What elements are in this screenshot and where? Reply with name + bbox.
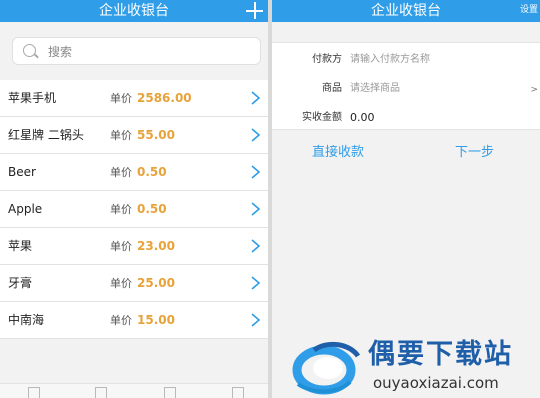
- left-page-title: 企业收银台: [99, 3, 169, 19]
- product-price: 0.50: [137, 202, 167, 216]
- product-price: 25.00: [137, 276, 175, 290]
- search-placeholder: 搜索: [48, 45, 73, 59]
- product-label: 商品: [322, 83, 342, 94]
- amount-row[interactable]: 实收金额 0.00: [272, 103, 540, 132]
- product-row[interactable]: 苹果手机 单价 2586.00: [0, 80, 268, 117]
- box-icon[interactable]: [95, 387, 107, 398]
- chevron-right-icon[interactable]: [248, 91, 262, 105]
- next-step-button[interactable]: 下一步: [455, 144, 494, 162]
- product-price: 0.50: [137, 165, 167, 179]
- payer-input[interactable]: 请输入付款方名称: [350, 54, 430, 66]
- left-header: 企业收银台: [0, 0, 268, 22]
- right-header: 企业收银台 设置: [272, 0, 540, 22]
- watermark-logo: [292, 341, 361, 395]
- chevron-right-icon[interactable]: [248, 202, 262, 216]
- direct-pay-button[interactable]: 直接收款: [312, 144, 364, 162]
- actions-bar: 直接收款 下一步: [272, 144, 540, 164]
- product-list: 苹果手机 单价 2586.00 红星牌 二锅头 单价 55.00 Beer 单价 0.50 App…: [0, 80, 268, 339]
- screenshot-stage: 企业收银台 搜索 苹果手机 单价 2586.00 红星牌 二锅头 单价 55.00 Beer…: [0, 0, 540, 398]
- chevron-right-icon[interactable]: [248, 313, 262, 327]
- currency-icon[interactable]: [232, 387, 244, 398]
- search-icon: [23, 44, 36, 57]
- product-row[interactable]: 商品 请选择商品 >: [272, 74, 540, 103]
- watermark-site: ouyaoxiazai.com: [373, 374, 499, 392]
- search-input[interactable]: 搜索: [12, 37, 261, 65]
- unit-price-label: 单价: [110, 129, 132, 142]
- unit-price-label: 单价: [110, 240, 132, 253]
- product-name: 苹果手机: [8, 91, 57, 105]
- product-row[interactable]: 苹果 单价 23.00: [0, 228, 268, 265]
- document-icon[interactable]: [164, 387, 176, 398]
- payer-row[interactable]: 付款方 请输入付款方名称: [272, 45, 540, 74]
- product-name: Apple: [8, 202, 43, 216]
- unit-price-label: 单价: [110, 92, 132, 105]
- product-list-screen: 企业收银台 搜索 苹果手机 单价 2586.00 红星牌 二锅头 单价 55.00 Beer…: [0, 0, 268, 398]
- product-price: 2586.00: [137, 91, 192, 105]
- search-area: 搜索: [0, 22, 268, 80]
- chevron-right-icon[interactable]: [248, 239, 262, 253]
- product-row[interactable]: 红星牌 二锅头 单价 55.00: [0, 117, 268, 154]
- product-name: 红星牌 二锅头: [8, 128, 84, 142]
- product-name: 牙膏: [8, 276, 33, 290]
- plus-icon[interactable]: [245, 1, 265, 21]
- settings-button[interactable]: 设置: [520, 4, 538, 16]
- unit-price-label: 单价: [110, 277, 132, 290]
- payer-label: 付款方: [312, 54, 342, 65]
- unit-price-label: 单价: [110, 203, 132, 216]
- product-name: 中南海: [8, 313, 45, 327]
- product-select[interactable]: 请选择商品: [350, 83, 400, 95]
- export-icon[interactable]: [28, 387, 40, 398]
- chevron-right-icon: >: [530, 85, 538, 95]
- product-name: Beer: [8, 165, 36, 179]
- watermark-brand: 偶要下载站: [368, 339, 513, 370]
- product-price: 55.00: [137, 128, 175, 142]
- amount-label: 实收金额: [302, 112, 342, 123]
- product-row[interactable]: 中南海 单价 15.00: [0, 302, 268, 339]
- product-name: 苹果: [8, 239, 33, 253]
- chevron-right-icon[interactable]: [248, 165, 262, 179]
- bottom-tabbar: [0, 383, 268, 398]
- checkout-form: 付款方 请输入付款方名称 商品 请选择商品 > 实收金额 0.00: [272, 42, 540, 130]
- chevron-right-icon[interactable]: [248, 276, 262, 290]
- amount-value[interactable]: 0.00: [350, 112, 375, 124]
- product-price: 15.00: [137, 313, 175, 327]
- product-price: 23.00: [137, 239, 175, 253]
- unit-price-label: 单价: [110, 314, 132, 327]
- product-row[interactable]: Beer 单价 0.50: [0, 154, 268, 191]
- chevron-right-icon[interactable]: [248, 128, 262, 142]
- product-row[interactable]: 牙膏 单价 25.00: [0, 265, 268, 302]
- product-row[interactable]: Apple 单价 0.50: [0, 191, 268, 228]
- right-page-title: 企业收银台: [371, 3, 441, 19]
- unit-price-label: 单价: [110, 166, 132, 179]
